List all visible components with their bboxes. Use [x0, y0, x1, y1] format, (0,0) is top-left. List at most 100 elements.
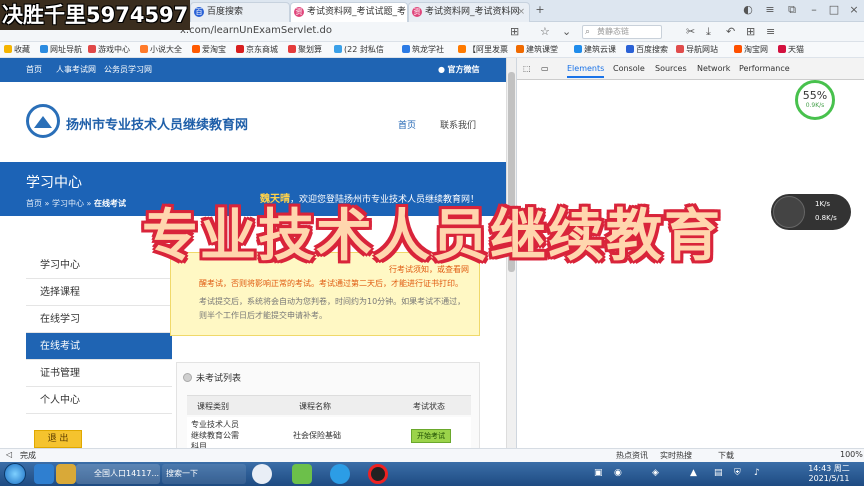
- url-field[interactable]: x.com/learnUnExamServlet.do: [180, 25, 332, 36]
- restore-icon[interactable]: ⧉: [784, 2, 800, 18]
- download-icon[interactable]: ⤓: [706, 25, 711, 39]
- bookmark-label: 【阿里发票: [468, 45, 508, 54]
- taskbar-item-search[interactable]: 搜索一下: [162, 464, 246, 484]
- star-icon[interactable]: ☆: [540, 25, 550, 39]
- device-toggle-icon[interactable]: ▭: [541, 64, 549, 73]
- bookmark-label: 爱淘宝: [202, 45, 226, 54]
- tab-label: 考试资料网_考试试题_考: [307, 7, 407, 17]
- volume-icon[interactable]: ♪: [754, 468, 760, 478]
- bookmark-label: 建筑云课: [584, 45, 616, 54]
- tab-network[interactable]: Network: [697, 64, 730, 73]
- bookmark-item[interactable]: 建筑云课: [574, 44, 616, 56]
- grid-apps-icon[interactable]: ⊞: [746, 25, 755, 39]
- inspect-icon[interactable]: ⬚: [523, 64, 531, 73]
- tab-elements[interactable]: Elements: [567, 64, 605, 78]
- tray-icon-2[interactable]: ◉: [614, 468, 622, 478]
- bookmark-item[interactable]: 小说大全: [140, 44, 182, 56]
- bookmark-label: 京东商城: [246, 45, 278, 54]
- bookmark-item[interactable]: 游戏中心: [88, 44, 130, 56]
- taskbar-item-browser[interactable]: 全国人口14117...: [76, 464, 160, 484]
- network-icon[interactable]: ▤: [714, 468, 723, 478]
- tab-performance[interactable]: Performance: [739, 64, 790, 73]
- sidebar-item-online-exam[interactable]: 在线考试: [26, 333, 172, 360]
- bookmark-item[interactable]: 网址导航: [40, 44, 82, 56]
- tab-close-icon[interactable]: ×: [517, 3, 525, 21]
- shield-icon[interactable]: ⛨: [734, 468, 741, 478]
- start-exam-button[interactable]: 开始考试: [411, 429, 451, 443]
- bookmark-item[interactable]: 百度搜索: [626, 44, 668, 56]
- hot-search-link[interactable]: 实时热搜: [660, 450, 692, 461]
- sogou-icon[interactable]: [252, 464, 272, 484]
- sidebar-item-select-course[interactable]: 选择课程: [26, 279, 172, 306]
- bookmark-item[interactable]: 建筑课堂: [516, 44, 558, 56]
- header-nav-home[interactable]: 首页: [398, 118, 416, 131]
- exam-list-title: 未考试列表: [183, 371, 241, 384]
- bookmark-item[interactable]: 爱淘宝: [192, 44, 226, 56]
- edge-icon[interactable]: [330, 464, 350, 484]
- ie-icon[interactable]: [34, 464, 54, 484]
- bookmark-item[interactable]: 京东商城: [236, 44, 278, 56]
- system-clock[interactable]: 14:43 周二 2021/5/11: [800, 464, 858, 484]
- back-icon[interactable]: ◁: [6, 450, 12, 459]
- tray-icon-4[interactable]: ▲: [690, 468, 697, 478]
- topnav-exam-site[interactable]: 人事考试网: [56, 64, 96, 75]
- taskbar-item-label: 搜索一下: [166, 469, 198, 478]
- download-link[interactable]: 下载: [718, 450, 734, 461]
- bookmark-label: 淘宝网: [744, 45, 768, 54]
- dropdown-chevron-icon[interactable]: ⌄: [562, 25, 571, 39]
- browser-tab-exam-2[interactable]: 资 考试资料网_考试资料网 ×: [408, 2, 530, 22]
- bookmark-label: 建筑课堂: [526, 45, 558, 54]
- bookmark-item[interactable]: 天猫: [778, 44, 804, 56]
- sidebar-item-online-learning[interactable]: 在线学习: [26, 306, 172, 333]
- topnav-civil-site[interactable]: 公务员学习网: [104, 64, 152, 75]
- search-input[interactable]: ⌕ 黄静态链: [582, 25, 662, 39]
- tray-icon-3[interactable]: ◈: [652, 468, 659, 478]
- topnav-home[interactable]: 首页: [26, 64, 42, 75]
- tab-sources[interactable]: Sources: [655, 64, 687, 73]
- skin-icon[interactable]: ◐: [740, 2, 756, 18]
- bookmark-item[interactable]: 导航网站: [676, 44, 718, 56]
- bookmark-favicon-icon: [192, 45, 200, 53]
- hot-news-link[interactable]: 热点资讯: [616, 450, 648, 461]
- folder-icon[interactable]: [56, 464, 76, 484]
- wechat-link[interactable]: ● 官方微信: [438, 64, 480, 75]
- scissors-icon[interactable]: ✂: [686, 25, 695, 39]
- minimize-icon[interactable]: –: [806, 2, 822, 18]
- sidebar-item-personal-center[interactable]: 个人中心: [26, 387, 172, 414]
- record-icon[interactable]: [368, 464, 388, 484]
- bookmark-label: 聚划算: [298, 45, 322, 54]
- windows-taskbar: 全国人口14117... 搜索一下 ▣ ◉ ◈ ▲ ▤ ⛨ ♪ 14:43 周二…: [0, 462, 864, 486]
- close-icon[interactable]: ×: [846, 2, 862, 18]
- col-category: 课程类别: [197, 402, 229, 411]
- tab-favicon: 资: [412, 7, 422, 17]
- menu-icon[interactable]: ≡: [762, 2, 778, 18]
- sidebar-item-certificates[interactable]: 证书管理: [26, 360, 172, 387]
- grid-icon[interactable]: ⊞: [510, 25, 519, 39]
- undo-icon[interactable]: ↶: [726, 25, 735, 39]
- zoom-level[interactable]: 100%: [840, 450, 863, 459]
- bookmark-item[interactable]: 收藏: [4, 44, 30, 56]
- maximize-icon[interactable]: □: [826, 2, 842, 18]
- tab-console[interactable]: Console: [613, 64, 645, 73]
- logout-button[interactable]: 退 出: [34, 430, 82, 448]
- bookmark-label: 导航网站: [686, 45, 718, 54]
- browser-tab-baidu[interactable]: 百 百度搜索: [190, 2, 290, 22]
- tray-icon-1[interactable]: ▣: [594, 468, 603, 478]
- app-icon[interactable]: [292, 464, 312, 484]
- new-tab-icon[interactable]: +: [532, 2, 548, 18]
- banner-title: 学习中心: [26, 175, 82, 191]
- menu-more-icon[interactable]: ≡: [766, 25, 775, 39]
- row-course: 社会保险基础: [293, 431, 341, 440]
- browser-tab-exam-1[interactable]: 资 考试资料网_考试试题_考: [290, 2, 408, 22]
- bookmark-item[interactable]: 筑龙学社: [402, 44, 444, 56]
- bookmark-item[interactable]: (22 封私信: [334, 44, 384, 56]
- tab-favicon: 百: [194, 7, 204, 17]
- bookmark-favicon-icon: [88, 45, 96, 53]
- bookmark-item[interactable]: 【阿里发票: [458, 44, 508, 56]
- bookmark-item[interactable]: 聚划算: [288, 44, 322, 56]
- header-nav-contact[interactable]: 联系我们: [440, 118, 476, 131]
- radio-icon: [183, 373, 192, 382]
- start-button[interactable]: [4, 463, 26, 485]
- bookmark-item[interactable]: 淘宝网: [734, 44, 768, 56]
- speed-gauge[interactable]: 55% 0.9K/s: [795, 80, 835, 120]
